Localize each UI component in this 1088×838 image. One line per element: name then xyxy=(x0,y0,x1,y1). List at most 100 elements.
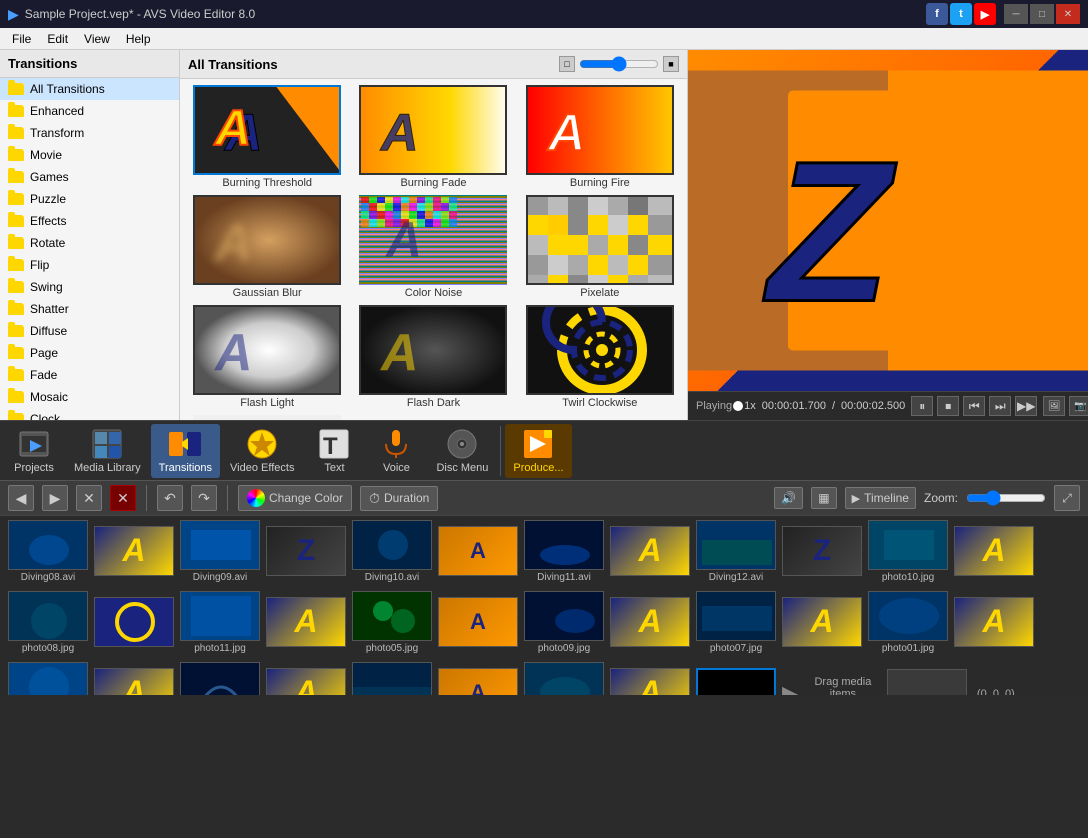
zoom-slider[interactable] xyxy=(966,490,1046,506)
toolbar-text[interactable]: T Text xyxy=(304,424,364,478)
toolbar-produce[interactable]: Produce... xyxy=(505,424,571,478)
category-fade[interactable]: Fade xyxy=(0,364,179,386)
change-color-button[interactable]: Change Color xyxy=(238,485,352,511)
size-small-button[interactable]: □ xyxy=(559,56,575,72)
next-frame-button[interactable]: ⏭ xyxy=(989,396,1011,416)
timeline-mode-button[interactable]: ▶ Timeline xyxy=(845,487,916,509)
transition-burning-fade[interactable]: A Burning Fade xyxy=(352,85,514,191)
media-item-photo10[interactable]: photo10.jpg xyxy=(868,520,948,583)
media-item-diving08[interactable]: Diving08.avi xyxy=(8,520,88,583)
media-item-transition-15[interactable]: A xyxy=(438,668,518,696)
expand-button[interactable]: ⤢ xyxy=(1054,485,1080,511)
duration-button[interactable]: ⏱ Duration xyxy=(360,486,438,511)
media-item-diving12[interactable]: Diving12.avi xyxy=(696,520,776,583)
toolbar-voice[interactable]: Voice xyxy=(366,424,426,478)
media-item-diving11[interactable]: Diving11.avi xyxy=(524,520,604,583)
toolbar-media-library[interactable]: Media Library xyxy=(66,424,149,478)
media-item-transition-1[interactable]: A xyxy=(94,526,174,578)
media-item-transition-2[interactable]: Z xyxy=(266,526,346,578)
prev-frame-button[interactable]: ⏮ xyxy=(963,396,985,416)
undo-button[interactable]: ↶ xyxy=(157,485,183,511)
category-games[interactable]: Games xyxy=(0,166,179,188)
menu-help[interactable]: Help xyxy=(118,30,159,48)
media-item-transition-7[interactable] xyxy=(94,597,174,649)
transition-flash-light[interactable]: A Flash Light xyxy=(186,305,348,411)
media-item-photo08[interactable]: photo08.jpg xyxy=(8,591,88,654)
transition-flash-dark[interactable]: A Flash Dark xyxy=(352,305,514,411)
progress-thumb[interactable] xyxy=(733,401,743,411)
transition-text[interactable]: A Text xyxy=(186,415,348,420)
media-item-photo03[interactable]: photo03.jpg xyxy=(8,662,88,695)
media-item-transition-16[interactable]: A xyxy=(610,668,690,696)
camera-button[interactable]: 📷 xyxy=(1069,396,1088,416)
toolbar-video-effects[interactable]: Video Effects xyxy=(222,424,302,478)
category-page[interactable]: Page xyxy=(0,342,179,364)
nav-cancel-button[interactable]: ✕ xyxy=(110,485,136,511)
media-item-photo07[interactable]: photo07.jpg xyxy=(696,591,776,654)
size-slider[interactable] xyxy=(579,57,659,71)
category-rotate[interactable]: Rotate xyxy=(0,232,179,254)
media-item-black[interactable] xyxy=(696,668,776,696)
toolbar-disc-menu[interactable]: Disc Menu xyxy=(428,424,496,478)
media-item-transition-6[interactable]: A xyxy=(954,526,1034,578)
media-item-photo04[interactable]: photo04.jpg xyxy=(180,662,260,695)
category-transform[interactable]: Transform xyxy=(0,122,179,144)
transition-gaussian-blur[interactable]: A A Gaussian Blur xyxy=(186,195,348,301)
menu-file[interactable]: File xyxy=(4,30,39,48)
transition-color-noise[interactable]: A Color Noise xyxy=(352,195,514,301)
media-item-photo09[interactable]: photo09.jpg xyxy=(524,591,604,654)
fast-forward-button[interactable]: ▶▶ xyxy=(1015,396,1037,416)
transition-burning-threshold[interactable]: A A Burning Threshold xyxy=(186,85,348,191)
category-diffuse[interactable]: Diffuse xyxy=(0,320,179,342)
media-item-photo02[interactable]: photo02.jpg xyxy=(524,662,604,695)
toolbar-transitions[interactable]: Transitions xyxy=(151,424,220,478)
category-movie[interactable]: Movie xyxy=(0,144,179,166)
category-flip[interactable]: Flip xyxy=(0,254,179,276)
category-all-transitions[interactable]: All Transitions xyxy=(0,78,179,100)
media-item-transition-5[interactable]: Z xyxy=(782,526,862,578)
close-button[interactable]: ✕ xyxy=(1056,4,1080,24)
category-mosaic[interactable]: Mosaic xyxy=(0,386,179,408)
nav-back-button[interactable]: ◀ xyxy=(8,485,34,511)
media-item-transition-14[interactable]: A xyxy=(266,668,346,696)
menu-edit[interactable]: Edit xyxy=(39,30,76,48)
category-puzzle[interactable]: Puzzle xyxy=(0,188,179,210)
menu-view[interactable]: View xyxy=(76,30,118,48)
twitter-button[interactable]: t xyxy=(950,3,972,25)
media-item-photo05[interactable]: photo05.jpg xyxy=(352,591,432,654)
media-item-transition-10[interactable]: A xyxy=(610,597,690,649)
category-clock[interactable]: Clock xyxy=(0,408,179,420)
view-mode-button[interactable]: ▦ xyxy=(811,487,836,509)
maximize-button[interactable]: □ xyxy=(1030,4,1054,24)
transition-pixelate[interactable]: Pixelate xyxy=(519,195,681,301)
media-item-photo06[interactable]: photo06.jpg xyxy=(352,662,432,695)
media-item-transition-12[interactable]: A xyxy=(954,597,1034,649)
screenshot-button[interactable]: 🖼 xyxy=(1043,396,1065,416)
minimize-button[interactable]: ─ xyxy=(1004,4,1028,24)
category-shatter[interactable]: Shatter xyxy=(0,298,179,320)
toolbar-projects[interactable]: Projects xyxy=(4,424,64,478)
media-item-transition-13[interactable]: A xyxy=(94,668,174,696)
category-swing[interactable]: Swing xyxy=(0,276,179,298)
media-item-transition-8[interactable]: A xyxy=(266,597,346,649)
pause-button[interactable]: ⏸ xyxy=(911,396,933,416)
nav-delete-button[interactable]: ✕ xyxy=(76,485,102,511)
media-item-photo01[interactable]: photo01.jpg xyxy=(868,591,948,654)
audio-settings-button[interactable]: 🔊 xyxy=(774,487,803,509)
media-item-transition-9[interactable]: A xyxy=(438,597,518,649)
stop-button[interactable]: ⏹ xyxy=(937,396,959,416)
transition-burning-fire[interactable]: A Burning Fire xyxy=(519,85,681,191)
media-item-transition-4[interactable]: A xyxy=(610,526,690,578)
media-item-diving10[interactable]: Diving10.avi xyxy=(352,520,432,583)
transition-twirl-clockwise[interactable]: Twirl Clockwise xyxy=(519,305,681,411)
media-item-transition-3[interactable]: A xyxy=(438,526,518,578)
size-large-button[interactable]: ■ xyxy=(663,56,679,72)
media-item-transition-11[interactable]: A xyxy=(782,597,862,649)
youtube-button[interactable]: ▶ xyxy=(974,3,996,25)
redo-button[interactable]: ↷ xyxy=(191,485,217,511)
category-enhanced[interactable]: Enhanced xyxy=(0,100,179,122)
facebook-button[interactable]: f xyxy=(926,3,948,25)
category-effects[interactable]: Effects xyxy=(0,210,179,232)
media-item-diving09[interactable]: Diving09.avi xyxy=(180,520,260,583)
transitions-grid-scroll[interactable]: A A Burning Threshold xyxy=(180,79,687,420)
